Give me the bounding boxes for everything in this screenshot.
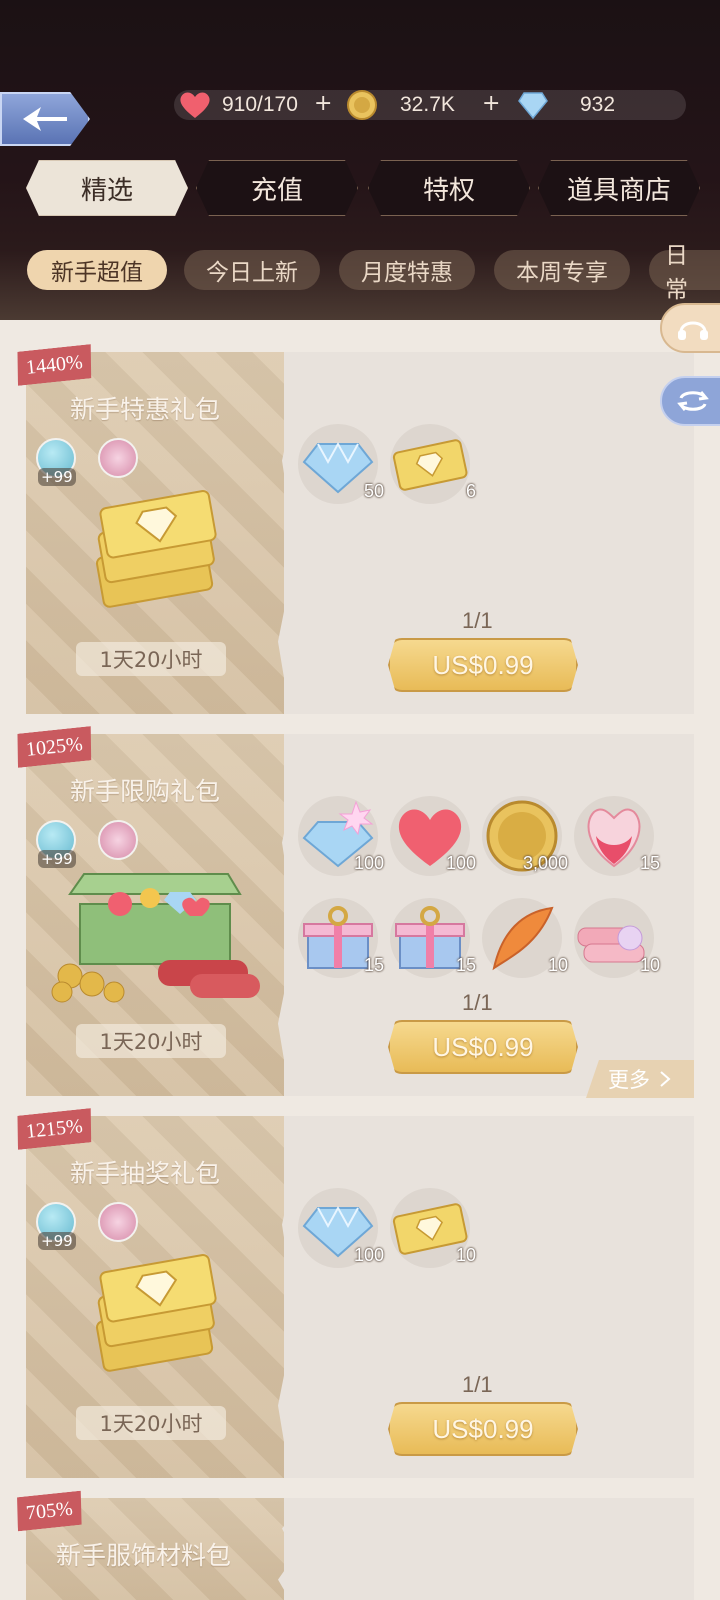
stamina-resource[interactable]: 910/170 [178,90,298,120]
item-quantity: 50 [363,481,384,501]
item-quantity: 10 [455,1245,476,1265]
gift-icon [98,438,138,478]
reward-item[interactable]: 15 [390,898,476,978]
pack-card: 1440% 新手特惠礼包 +99 1天20小时 50 6 1/1 US$0.99 [26,352,694,714]
subtab-newbie-value[interactable]: 新手超值 [27,250,167,290]
reward-item[interactable]: 10 [390,1188,476,1268]
more-button[interactable]: 更多 [586,1060,694,1098]
stamina-value: 910/170 [222,93,298,116]
reward-item[interactable]: 10 [482,898,568,978]
purchase-quota: 1/1 [462,990,493,1015]
item-quantity: 6 [465,481,476,501]
diamond-value: 932 [580,93,616,116]
item-quantity: 100 [353,1245,384,1265]
gold-ticket-icon [392,439,468,491]
tab-featured[interactable]: 精选 [26,160,188,216]
pack-title: 新手限购礼包 [70,777,221,806]
item-quantity: 100 [353,853,384,873]
reward-item[interactable]: 100 [298,1188,384,1268]
item-quantity: 3,000 [522,853,568,873]
treasure-chest-art-icon [51,873,260,1003]
purchase-quota: 1/1 [462,1372,493,1397]
back-button[interactable] [0,92,90,146]
pack-card: 705% 新手服饰材料包 [26,1498,694,1600]
main-tabs: 精选 充值 特权 道具商店 [0,160,720,222]
pack-title: 新手特惠礼包 [70,395,221,424]
item-quantity: 15 [455,955,476,975]
refresh-icon [677,391,709,411]
reward-item[interactable]: 50 [298,424,384,504]
top-header: 910/170 + 32.7K + 932 精选 充值 特权 道具商店 新手超值… [0,0,720,320]
reward-item[interactable]: 3,000 [482,796,568,876]
gift-icon [98,820,138,860]
subtab-weekly-exclusive[interactable]: 本周专享 [494,250,630,290]
countdown-timer: 1天20小时 [76,1024,226,1058]
headset-icon [678,321,708,340]
more-label: 更多 [608,1068,650,1092]
star-bonus: +99 [38,1232,76,1250]
gold-resource[interactable]: 32.7K [346,90,455,120]
purchase-quota: 1/1 [462,608,493,633]
switch-view-button[interactable] [660,376,720,426]
sub-tabs: 新手超值 今日上新 月度特惠 本周专享 日常 [0,243,720,303]
gold-ticket-art-icon [95,489,217,608]
add-gold-button[interactable]: + [482,91,500,116]
chevron-right-icon [660,1071,671,1087]
countdown-timer: 1天20小时 [76,1406,226,1440]
gold-ticket-art-icon [95,1253,217,1372]
discount-badge: 705% [14,1491,84,1532]
item-quantity: 15 [639,853,660,873]
gold-value: 32.7K [400,93,455,116]
item-quantity: 10 [639,955,660,975]
tab-item-shop[interactable]: 道具商店 [538,160,700,216]
reward-item[interactable]: 15 [574,796,660,876]
gold-coin-icon [347,90,377,120]
pack-card: 1215% 新手抽奖礼包 +99 1天20小时 100 10 1/1 US$0.… [26,1116,694,1478]
reward-item[interactable]: 100 [390,796,476,876]
diamond-icon [518,92,548,119]
resource-bar: 910/170 + 32.7K + 932 [174,90,686,120]
item-quantity: 100 [445,853,476,873]
tab-privilege[interactable]: 特权 [368,160,530,216]
reward-item[interactable]: 15 [298,898,384,978]
add-stamina-button[interactable]: + [314,91,332,116]
subtab-daily[interactable]: 日常 [649,243,720,303]
diamond-resource[interactable]: 932 [518,90,615,120]
tab-recharge[interactable]: 充值 [196,160,358,216]
countdown-timer: 1天20小时 [76,642,226,676]
buy-button[interactable]: US$0.99 [388,638,578,692]
buy-button[interactable]: US$0.99 [388,1020,578,1074]
pack-card: 1025% 新手限购礼包 +99 1天20小时 100 100 3,000 15… [26,734,694,1098]
back-arrow-icon [23,107,67,131]
subtab-today-new[interactable]: 今日上新 [184,250,320,290]
customer-support-button[interactable] [660,303,720,353]
gift-icon [98,1202,138,1242]
reward-item[interactable]: 6 [390,424,476,504]
heart-icon [180,92,210,118]
pack-title: 新手抽奖礼包 [70,1159,221,1188]
pack-title: 新手服饰材料包 [56,1541,232,1570]
reward-item[interactable]: 100 [298,796,384,876]
star-bonus: +99 [38,468,76,486]
subtab-monthly-deals[interactable]: 月度特惠 [339,250,475,290]
buy-button[interactable]: US$0.99 [388,1402,578,1456]
item-quantity: 15 [363,955,384,975]
reward-item[interactable]: 10 [574,898,660,978]
item-quantity: 10 [547,955,568,975]
